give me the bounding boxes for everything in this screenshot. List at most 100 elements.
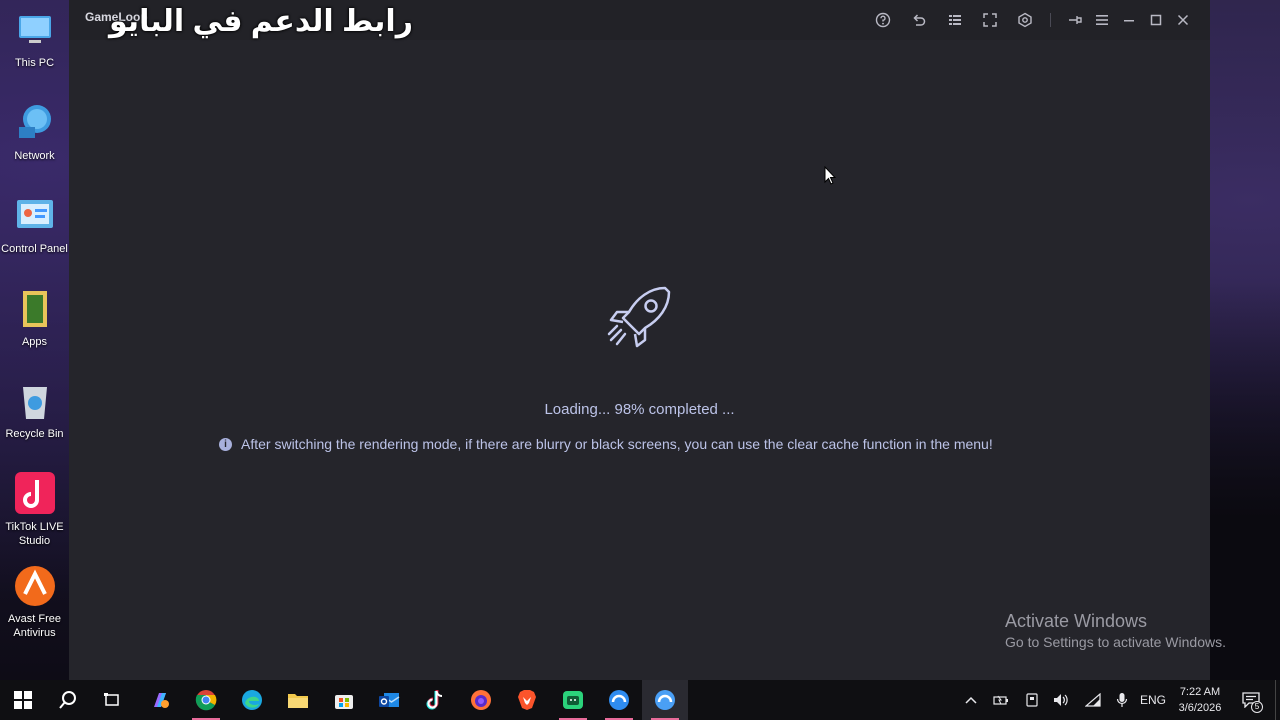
taskbar: ENG 7:22 AM 3/6/2026 5 bbox=[0, 680, 1280, 720]
desktop-icon-label: Recycle Bin bbox=[5, 428, 64, 440]
help-button[interactable] bbox=[873, 10, 893, 30]
device-icon bbox=[1026, 693, 1038, 707]
titlebar: GameLoop رابط الدعم في البايو bbox=[69, 0, 1210, 40]
microphone-tray-button[interactable] bbox=[1112, 680, 1132, 720]
list-icon bbox=[949, 15, 961, 25]
desktop-icon-this-pc[interactable]: This PC bbox=[0, 8, 69, 70]
maximize-button[interactable] bbox=[1146, 10, 1166, 30]
chrome-button[interactable] bbox=[183, 680, 229, 720]
close-button[interactable] bbox=[1173, 10, 1193, 30]
menu-button[interactable] bbox=[1092, 10, 1112, 30]
file-explorer-icon bbox=[288, 694, 308, 708]
volume-tray-button[interactable] bbox=[1051, 680, 1071, 720]
language-indicator[interactable]: ENG bbox=[1138, 680, 1168, 720]
overlay-caption: رابط الدعم في البايو bbox=[109, 5, 413, 38]
edge-icon bbox=[242, 690, 262, 710]
minimize-icon bbox=[1124, 20, 1134, 22]
show-desktop-button[interactable] bbox=[1275, 680, 1280, 720]
desktop-icon-network[interactable]: Network bbox=[0, 101, 69, 163]
settings-icon bbox=[1018, 12, 1032, 28]
control-panel-icon bbox=[16, 200, 53, 228]
loading-progress-text: Loading... 98% completed ... bbox=[544, 401, 735, 418]
copilot-icon bbox=[154, 693, 169, 708]
activate-windows-watermark: Activate Windows Go to Settings to activ… bbox=[1005, 610, 1226, 652]
notifications-button[interactable] bbox=[1238, 680, 1264, 720]
store-button[interactable] bbox=[321, 680, 367, 720]
list-button[interactable] bbox=[945, 10, 965, 30]
gameloop-window-button[interactable] bbox=[642, 680, 688, 720]
hint-text: After switching the rendering mode, if t… bbox=[241, 436, 993, 452]
device-tray-button[interactable] bbox=[1022, 680, 1042, 720]
tiktok-icon bbox=[426, 690, 443, 710]
edge-button[interactable] bbox=[229, 680, 275, 720]
rendering-hint: i After switching the rendering mode, if… bbox=[219, 434, 993, 454]
microphone-icon bbox=[1116, 693, 1128, 707]
clock[interactable]: 7:22 AM 3/6/2026 bbox=[1170, 684, 1230, 716]
wifi-icon bbox=[1085, 693, 1101, 707]
desktop-icon-tiktok-live[interactable]: TikTok LIVE Studio bbox=[0, 472, 69, 548]
file-explorer-button[interactable] bbox=[275, 680, 321, 720]
outlook-icon bbox=[379, 693, 400, 707]
desktop-icon-label: Apps bbox=[21, 336, 48, 348]
task-view-icon bbox=[104, 693, 119, 706]
desktop-icon-label: TikTok LIVE Studio bbox=[5, 521, 64, 547]
pin-button[interactable] bbox=[1065, 10, 1085, 30]
undo-icon bbox=[913, 14, 926, 26]
battery-icon bbox=[993, 695, 1008, 705]
gameloop-button[interactable] bbox=[596, 680, 642, 720]
desktop-icon-label: Network bbox=[14, 150, 55, 162]
mouse-cursor-icon bbox=[824, 166, 836, 185]
rocket-icon bbox=[607, 286, 671, 348]
tiktok-button[interactable] bbox=[412, 680, 458, 720]
apps-folder-icon bbox=[22, 291, 47, 327]
search-icon bbox=[59, 691, 76, 709]
undo-button[interactable] bbox=[909, 10, 929, 30]
brave-button[interactable] bbox=[504, 680, 550, 720]
wifi-tray-button[interactable] bbox=[1083, 680, 1103, 720]
search-button[interactable] bbox=[45, 680, 91, 720]
gameloop-window: GameLoop رابط الدعم في البايو Loading...… bbox=[69, 0, 1210, 680]
maximize-icon bbox=[1150, 14, 1162, 26]
battery-tray-button[interactable] bbox=[991, 680, 1011, 720]
show-hidden-icons-button[interactable] bbox=[962, 680, 980, 720]
chrome-icon bbox=[195, 690, 217, 711]
activate-windows-subtitle: Go to Settings to activate Windows. bbox=[1005, 634, 1226, 650]
android-app-button[interactable] bbox=[550, 680, 596, 720]
desktop-icon-control-panel[interactable]: Control Panel bbox=[0, 194, 69, 256]
activate-windows-title: Activate Windows bbox=[1005, 611, 1148, 631]
clock-time: 7:22 AM bbox=[1179, 686, 1221, 698]
desktop-icon-apps[interactable]: Apps bbox=[0, 287, 69, 349]
task-view-button[interactable] bbox=[89, 680, 135, 720]
avast-icon bbox=[14, 566, 55, 606]
this-pc-icon bbox=[18, 16, 51, 43]
brave-icon bbox=[518, 690, 536, 710]
fullscreen-button[interactable] bbox=[980, 10, 1000, 30]
titlebar-separator bbox=[1050, 13, 1051, 27]
close-icon bbox=[1177, 14, 1189, 26]
gameloop-icon bbox=[609, 690, 629, 710]
fullscreen-icon bbox=[983, 13, 997, 27]
chevron-up-icon bbox=[965, 696, 977, 704]
gameloop-window-icon bbox=[655, 690, 675, 710]
desktop-icon-avast[interactable]: Avast Free Antivirus bbox=[0, 564, 69, 640]
start-button[interactable] bbox=[0, 680, 46, 720]
firefox-icon bbox=[471, 690, 491, 710]
minimize-button[interactable] bbox=[1119, 10, 1139, 30]
help-icon bbox=[875, 12, 891, 28]
recycle-bin-icon bbox=[22, 387, 47, 419]
outlook-button[interactable] bbox=[366, 680, 412, 720]
network-icon bbox=[18, 105, 51, 138]
copilot-button[interactable] bbox=[137, 680, 183, 720]
start-icon bbox=[14, 691, 32, 709]
settings-button[interactable] bbox=[1015, 10, 1035, 30]
firefox-button[interactable] bbox=[458, 680, 504, 720]
pin-icon bbox=[1069, 16, 1082, 24]
clock-date: 3/6/2026 bbox=[1178, 702, 1222, 714]
desktop-icon-label: This PC bbox=[14, 57, 55, 69]
notification-count-badge: 5 bbox=[1251, 701, 1263, 713]
desktop-icon-label: Control Panel bbox=[1, 243, 68, 255]
desktop-icon-recycle-bin[interactable]: Recycle Bin bbox=[0, 379, 69, 441]
desktop-icon-label: Avast Free Antivirus bbox=[8, 613, 61, 639]
info-icon: i bbox=[219, 437, 232, 451]
tiktok-live-icon bbox=[14, 472, 55, 514]
